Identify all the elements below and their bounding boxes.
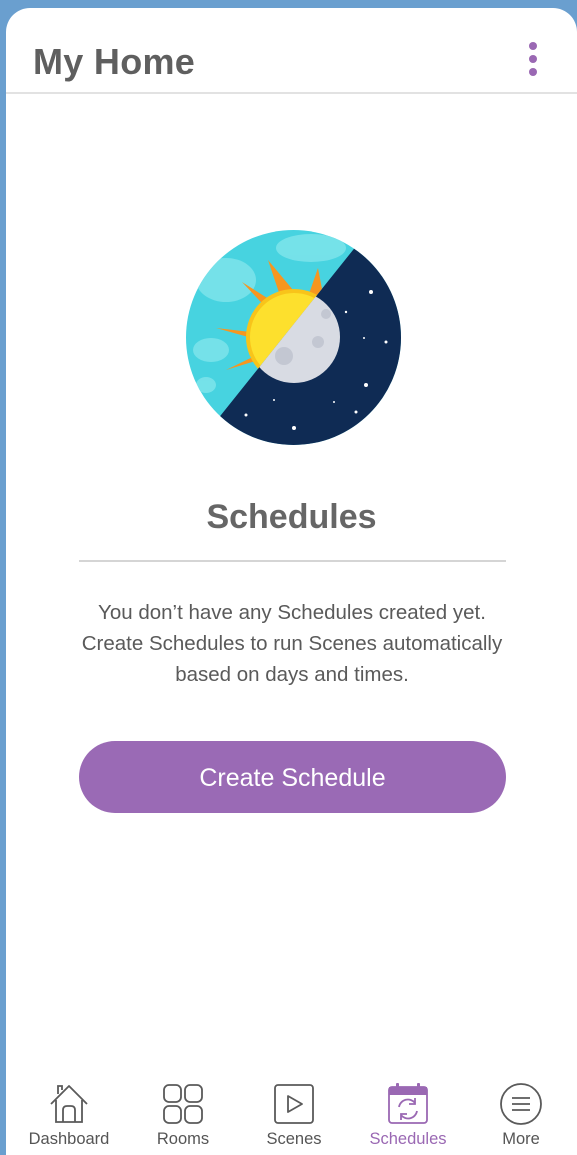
kebab-menu-icon[interactable]: [522, 42, 546, 76]
section-title: Schedules: [206, 498, 377, 536]
bottom-tab-bar: Dashboard Rooms Scenes Schedules More: [6, 1076, 577, 1155]
tab-rooms[interactable]: Rooms: [126, 1076, 240, 1155]
tab-label: Rooms: [156, 1130, 210, 1148]
tab-dashboard[interactable]: Dashboard: [12, 1076, 126, 1155]
tab-schedules[interactable]: Schedules: [351, 1076, 465, 1155]
create-schedule-button[interactable]: Create Schedule: [79, 741, 506, 813]
divider: [79, 560, 506, 562]
play-icon: [274, 1084, 314, 1124]
app-screen: My Home Schedules You don’t have any Sch…: [6, 8, 577, 1155]
calendar-refresh-icon: [388, 1083, 428, 1124]
grid-icon: [163, 1084, 203, 1124]
house-icon: [50, 1085, 88, 1123]
tab-label: Scenes: [266, 1130, 322, 1148]
app-header: My Home: [6, 8, 577, 94]
page-title: My Home: [33, 41, 196, 82]
tab-label: Dashboard: [28, 1130, 110, 1148]
empty-state-description: You don’t have any Schedules created yet…: [81, 601, 503, 686]
tab-label: More: [502, 1130, 540, 1148]
menu-circle-icon: [500, 1083, 542, 1125]
tab-more[interactable]: More: [464, 1076, 577, 1155]
tab-label: Schedules: [369, 1130, 447, 1148]
tab-scenes[interactable]: Scenes: [237, 1076, 351, 1155]
day-night-icon: [186, 230, 401, 445]
